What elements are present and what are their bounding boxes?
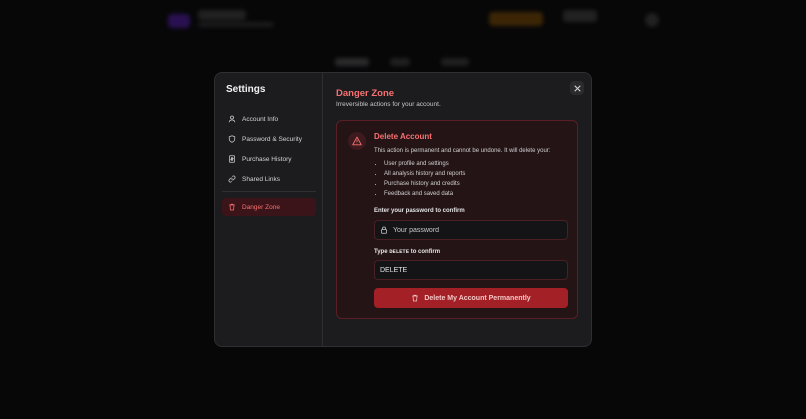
link-icon <box>228 175 236 183</box>
shield-icon <box>228 135 236 143</box>
close-button[interactable] <box>570 81 584 95</box>
sidebar-item-label: Shared Links <box>242 175 280 183</box>
sidebar-item-account-info[interactable]: Account Info <box>222 110 316 128</box>
password-field[interactable] <box>374 220 568 240</box>
list-item: All analysis history and reports <box>384 169 465 179</box>
lock-icon <box>381 226 387 234</box>
warning-triangle-icon <box>352 136 362 146</box>
deletion-items-list: User profile and settings All analysis h… <box>384 159 465 199</box>
list-item: User profile and settings <box>384 159 465 169</box>
confirm-field[interactable] <box>374 260 568 280</box>
confirm-input[interactable] <box>380 266 550 274</box>
settings-content: Danger Zone Irreversible actions for you… <box>323 73 591 346</box>
receipt-icon <box>229 155 235 163</box>
section-subtitle: Irreversible actions for your account. <box>336 101 441 108</box>
delete-account-button[interactable]: Delete My Account Permanently <box>374 288 568 308</box>
sidebar-item-label: Purchase History <box>242 155 292 163</box>
delete-button-label: Delete My Account Permanently <box>424 294 531 302</box>
sidebar-item-danger-zone[interactable]: Danger Zone <box>222 198 316 216</box>
settings-modal: Settings Account Info Password & Securit… <box>214 72 592 347</box>
password-input[interactable] <box>393 226 563 234</box>
delete-account-card: Delete Account This action is permanent … <box>336 120 578 319</box>
sidebar-item-purchase-history[interactable]: Purchase History <box>222 150 316 168</box>
password-label: Enter your password to confirm <box>374 208 465 214</box>
close-icon <box>573 84 581 92</box>
warning-badge <box>348 132 366 150</box>
settings-sidebar: Settings Account Info Password & Securit… <box>215 73 323 346</box>
settings-title: Settings <box>226 84 266 95</box>
sidebar-item-shared-links[interactable]: Shared Links <box>222 170 316 188</box>
confirm-label-prefix: Type <box>374 249 388 255</box>
list-item: Purchase history and credits <box>384 179 465 189</box>
sidebar-item-label: Danger Zone <box>242 203 280 211</box>
list-item: Feedback and saved data <box>384 189 465 199</box>
trash-icon <box>229 203 235 211</box>
card-description: This action is permanent and cannot be u… <box>374 148 551 154</box>
sidebar-item-password-security[interactable]: Password & Security <box>222 130 316 148</box>
sidebar-item-label: Password & Security <box>242 135 302 143</box>
confirm-keyword: DELETE <box>389 248 410 255</box>
confirm-label: Type DELETE to confirm <box>374 248 440 255</box>
card-title: Delete Account <box>374 132 432 141</box>
section-title: Danger Zone <box>336 88 395 99</box>
confirm-label-suffix: to confirm <box>410 249 441 255</box>
user-icon <box>228 115 236 123</box>
sidebar-divider <box>222 191 316 192</box>
sidebar-item-label: Account Info <box>242 115 279 123</box>
trash-icon <box>412 294 419 302</box>
